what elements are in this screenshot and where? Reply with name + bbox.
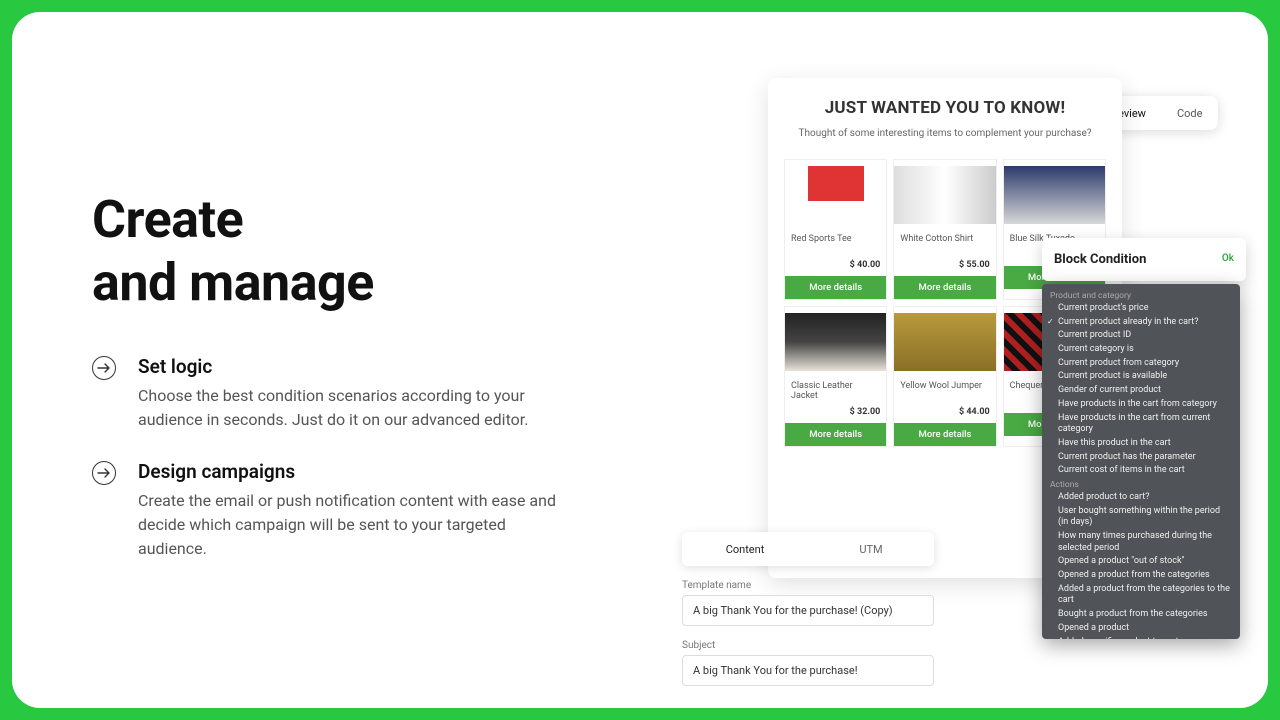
condition-item[interactable]: Current product's price — [1042, 302, 1240, 316]
product-price: $ 55.00 — [894, 258, 995, 276]
condition-item[interactable]: Have products in the cart from category — [1042, 398, 1240, 412]
condition-item[interactable]: Gender of current product — [1042, 384, 1240, 398]
template-name-input[interactable] — [682, 595, 934, 626]
product-name: Yellow Wool Jumper — [894, 377, 995, 405]
more-details-button[interactable]: More details — [785, 423, 886, 446]
condition-item[interactable]: Current product has the parameter — [1042, 451, 1240, 465]
block-condition-panel: Block Condition Ok — [1042, 238, 1246, 281]
condition-item[interactable]: Current product already in the cart? — [1042, 316, 1240, 330]
condition-item[interactable]: Added specific product to cart — [1042, 636, 1240, 640]
product-card: Yellow Wool Jumper $ 44.00 More details — [893, 306, 996, 447]
ok-button[interactable]: Ok — [1222, 253, 1234, 264]
condition-item[interactable]: Added a product from the categories to t… — [1042, 583, 1240, 608]
feature-design-campaigns: Design campaigns Create the email or pus… — [92, 460, 572, 561]
product-price: $ 40.00 — [785, 258, 886, 276]
hero-title: Create and manage — [92, 188, 572, 315]
tab-utm[interactable]: UTM — [808, 543, 934, 556]
feature-title: Design campaigns — [138, 460, 572, 483]
email-subtitle: Thought of some interesting items to com… — [784, 128, 1106, 139]
condition-item[interactable]: Current cost of items in the cart — [1042, 464, 1240, 478]
feature-set-logic: Set logic Choose the best condition scen… — [92, 355, 572, 432]
hero-title-line2: and manage — [92, 252, 374, 313]
tab-code[interactable]: Code — [1177, 107, 1202, 120]
feature-body: Create the email or push notification co… — [138, 489, 572, 561]
condition-item[interactable]: Have this product in the cart — [1042, 437, 1240, 451]
tab-content[interactable]: Content — [682, 543, 808, 556]
template-name-label: Template name — [682, 580, 934, 591]
product-image — [894, 166, 995, 224]
condition-category: Actions — [1042, 478, 1240, 491]
product-card: Classic Leather Jacket $ 32.00 More deta… — [784, 306, 887, 447]
product-name: Classic Leather Jacket — [785, 377, 886, 405]
arrow-right-circle-icon — [92, 461, 116, 485]
product-name: Red Sports Tee — [785, 230, 886, 258]
arrow-right-circle-icon — [92, 356, 116, 380]
condition-item[interactable]: Current product from category — [1042, 357, 1240, 371]
app-frame: Create and manage Set logic Choose the b… — [12, 12, 1268, 708]
email-title: JUST WANTED YOU TO KNOW! — [784, 98, 1106, 118]
subject-input[interactable] — [682, 655, 934, 686]
condition-item[interactable]: Current product ID — [1042, 329, 1240, 343]
condition-item[interactable]: Added product to cart? — [1042, 491, 1240, 505]
condition-dropdown[interactable]: Product and category Current product's p… — [1042, 284, 1240, 639]
block-condition-title: Block Condition — [1054, 252, 1234, 267]
form-tabs: Content UTM — [682, 532, 934, 566]
product-image — [1004, 166, 1105, 224]
product-card: White Cotton Shirt $ 55.00 More details — [893, 159, 996, 300]
condition-item[interactable]: Have products in the cart from current c… — [1042, 412, 1240, 437]
more-details-button[interactable]: More details — [894, 423, 995, 446]
product-image — [808, 166, 864, 224]
product-name: White Cotton Shirt — [894, 230, 995, 258]
more-details-button[interactable]: More details — [785, 276, 886, 299]
more-details-button[interactable]: More details — [894, 276, 995, 299]
product-image — [785, 313, 886, 371]
subject-label: Subject — [682, 640, 934, 651]
hero-title-line1: Create — [92, 189, 243, 250]
feature-title: Set logic — [138, 355, 572, 378]
campaign-form: Content UTM Template name Subject — [682, 532, 934, 686]
condition-item[interactable]: Opened a product from the categories — [1042, 569, 1240, 583]
feature-body: Choose the best condition scenarios acco… — [138, 384, 572, 432]
condition-item[interactable]: Opened a product — [1042, 622, 1240, 636]
condition-item[interactable]: Current product is available — [1042, 370, 1240, 384]
hero-section: Create and manage Set logic Choose the b… — [92, 188, 572, 561]
product-price: $ 44.00 — [894, 405, 995, 423]
product-price: $ 32.00 — [785, 405, 886, 423]
product-card: Red Sports Tee $ 40.00 More details — [784, 159, 887, 300]
condition-item[interactable]: User bought something within the period … — [1042, 505, 1240, 530]
product-image — [894, 313, 995, 371]
condition-item[interactable]: Bought a product from the categories — [1042, 608, 1240, 622]
condition-item[interactable]: Opened a product "out of stock" — [1042, 555, 1240, 569]
condition-category: Product and category — [1042, 289, 1240, 302]
condition-item[interactable]: How many times purchased during the sele… — [1042, 530, 1240, 555]
condition-item[interactable]: Current category is — [1042, 343, 1240, 357]
